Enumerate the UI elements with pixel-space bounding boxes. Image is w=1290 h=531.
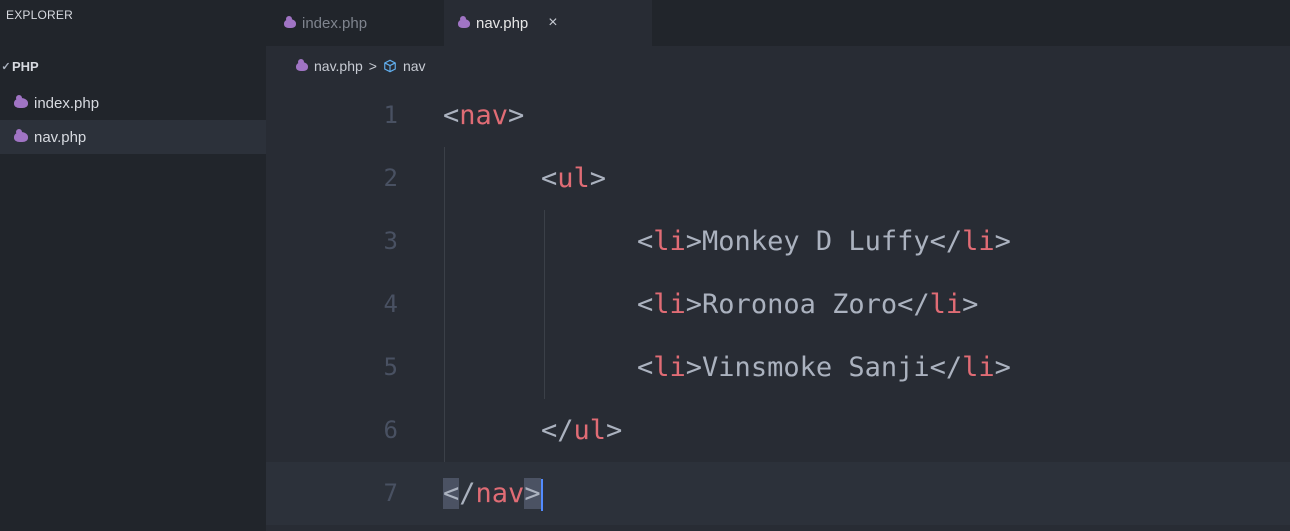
code-text: <li>Vinsmoke Sanji</li>	[637, 352, 1011, 383]
code-text: <li>Roronoa Zoro</li>	[637, 289, 979, 320]
tab-label: index.php	[302, 14, 368, 32]
line-number: 2	[383, 164, 398, 192]
line-number: 6	[383, 416, 398, 444]
line-number: 1	[383, 101, 398, 129]
breadcrumb-separator: >	[368, 58, 377, 74]
code-line[interactable]: 3 <li>Monkey D Luffy</li>	[266, 210, 1290, 273]
symbol-cube-icon	[384, 59, 396, 73]
code-line[interactable]: 4 <li>Roronoa Zoro</li>	[266, 273, 1290, 336]
editor-window: EXPLORER ✓ PHP index.php nav.php index.p…	[0, 0, 1290, 531]
chevron-down-icon: ✓	[1, 60, 11, 73]
code-line[interactable]: 6 </ul>	[266, 399, 1290, 462]
folder-label: PHP	[12, 58, 39, 74]
code-text: <nav>	[443, 100, 525, 131]
breadcrumb-file[interactable]: nav.php	[314, 58, 363, 74]
bracket-match-open: <	[443, 478, 460, 509]
code-line[interactable]: 5 <li>Vinsmoke Sanji</li>	[266, 336, 1290, 399]
code-text: <ul>	[541, 163, 607, 194]
php-elephant-icon	[296, 58, 308, 71]
sidebar-item-nav-php[interactable]: nav.php	[0, 120, 266, 154]
line-number: 7	[383, 479, 398, 507]
breadcrumb: nav.php > nav	[296, 55, 426, 77]
php-elephant-icon	[284, 15, 296, 28]
line-number: 4	[383, 290, 398, 318]
sidebar-item-label: index.php	[34, 94, 100, 112]
php-elephant-icon	[14, 95, 28, 108]
bracket-match-close: >	[524, 478, 541, 509]
php-elephant-icon	[458, 15, 470, 28]
code-editor[interactable]: 1 <nav> 2 <ul> 3 <li>Monkey D Luffy</li>…	[266, 84, 1290, 531]
tab-label: nav.php	[476, 14, 529, 32]
tab-index-php[interactable]: index.php	[284, 0, 367, 46]
code-text: </nav>	[443, 478, 543, 511]
line-number: 3	[383, 227, 398, 255]
tab-nav-php[interactable]: nav.php ×	[444, 0, 652, 46]
sidebar-item-label: nav.php	[34, 128, 87, 146]
close-icon[interactable]: ×	[548, 14, 557, 32]
code-line-current[interactable]: 7 </nav>	[266, 462, 1290, 525]
code-text: </ul>	[541, 415, 623, 446]
sidebar-item-index-php[interactable]: index.php	[0, 86, 266, 120]
tab-bar: index.php nav.php ×	[266, 0, 1290, 46]
php-elephant-icon	[14, 129, 28, 142]
explorer-sidebar: EXPLORER ✓ PHP index.php nav.php	[0, 0, 266, 531]
folder-php[interactable]: ✓ PHP	[0, 55, 266, 77]
breadcrumb-symbol[interactable]: nav	[403, 58, 426, 74]
code-text: <li>Monkey D Luffy</li>	[637, 226, 1011, 257]
line-number: 5	[383, 353, 398, 381]
text-cursor	[540, 478, 543, 511]
code-line[interactable]: 1 <nav>	[266, 84, 1290, 147]
explorer-title: EXPLORER	[6, 8, 73, 22]
code-line[interactable]: 2 <ul>	[266, 147, 1290, 210]
